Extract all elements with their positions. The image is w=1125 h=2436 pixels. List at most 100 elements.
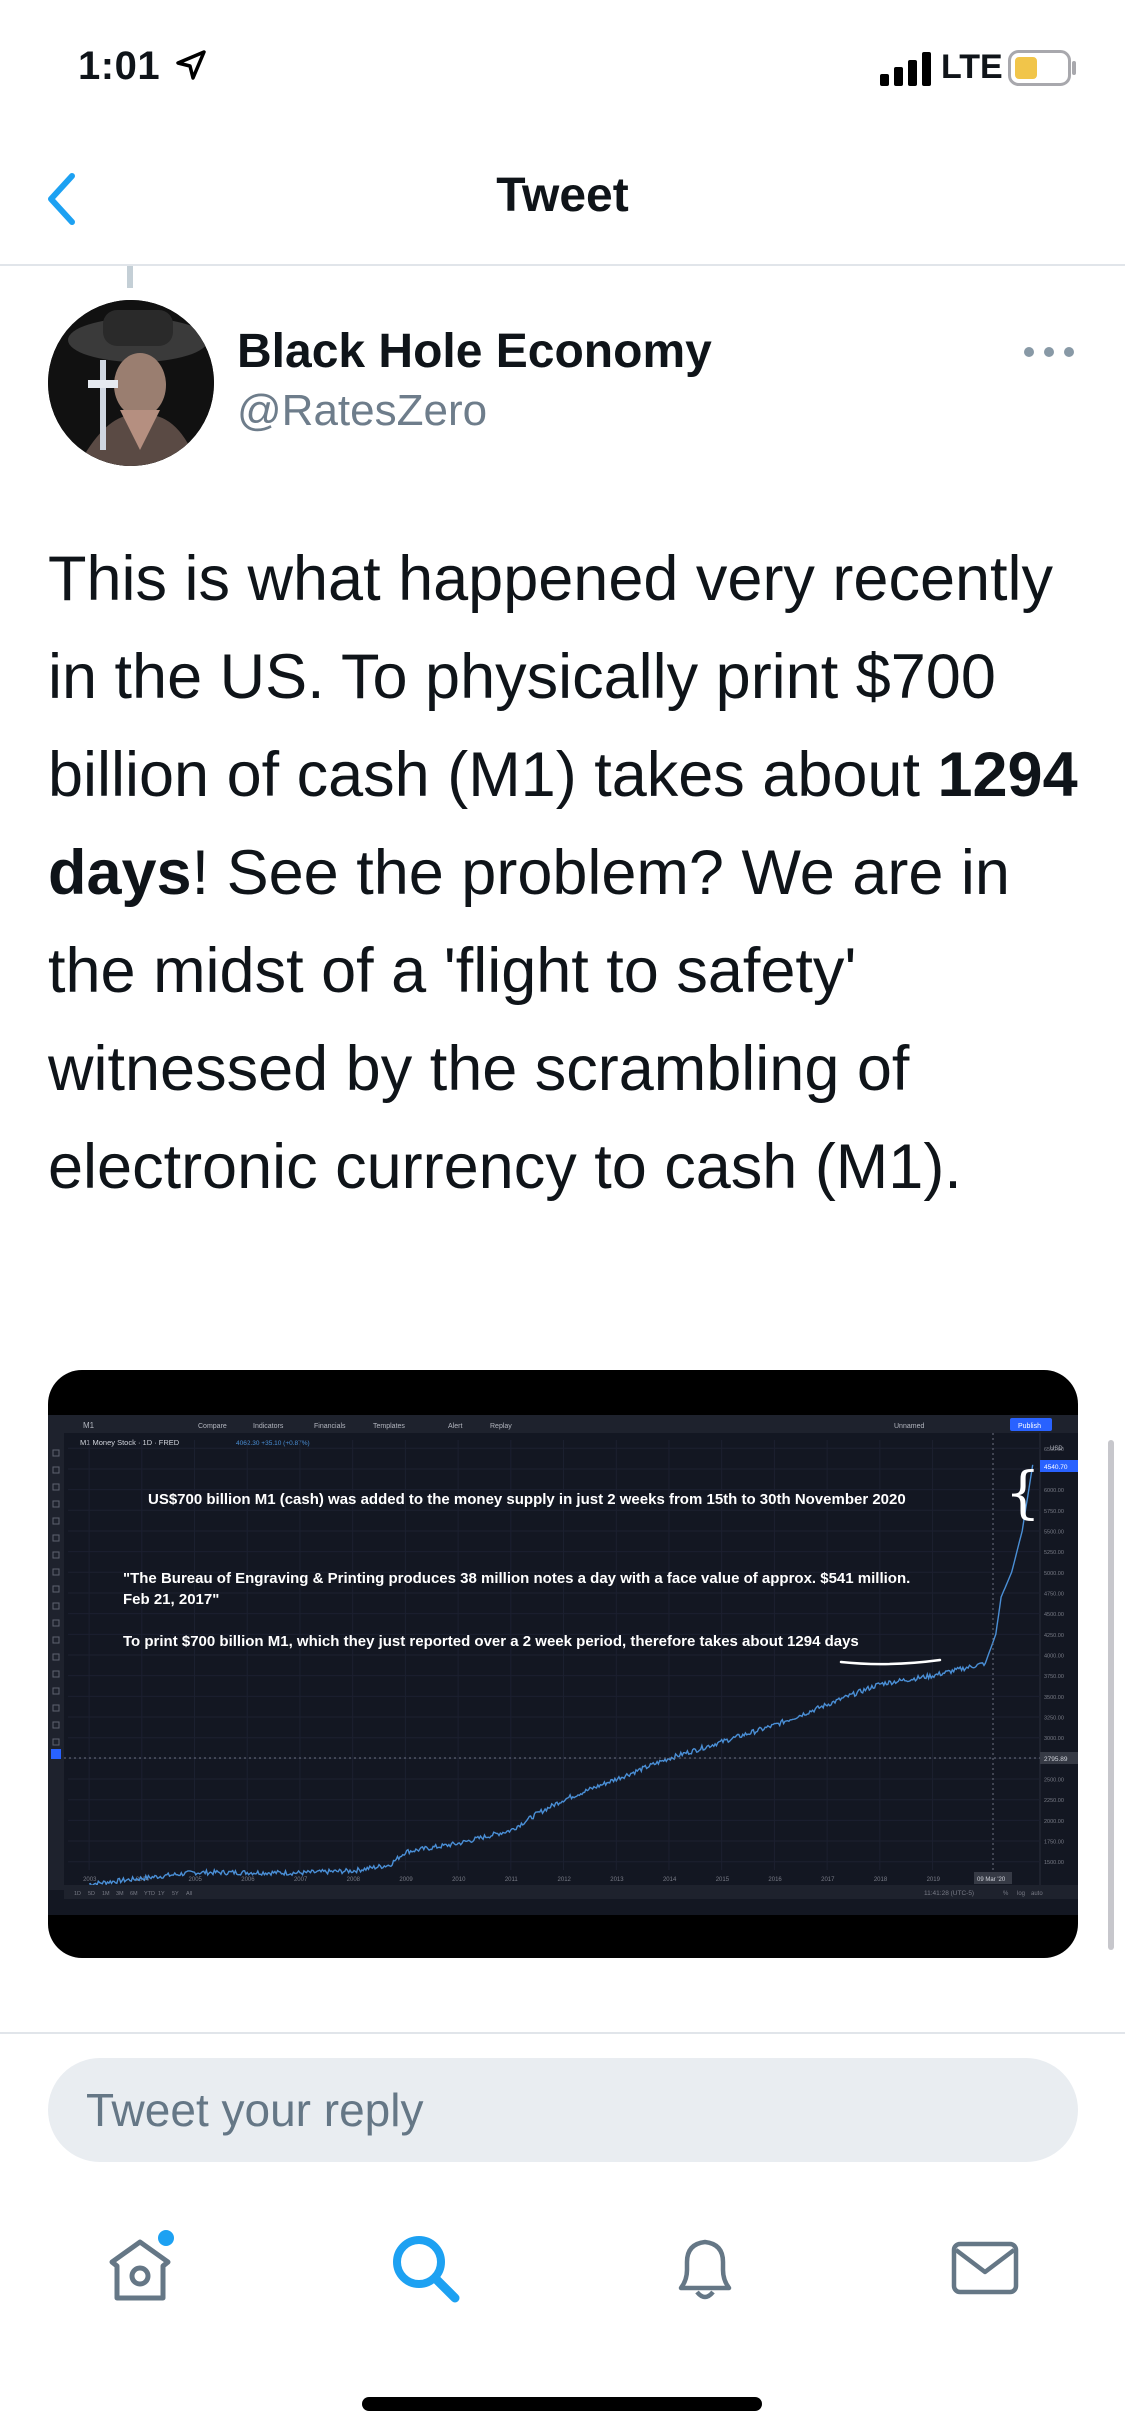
cellular-signal-icon [880,52,931,86]
y-tick-label: 4000.00 [1044,1654,1064,1660]
tweet-text: This is what happened very recently in t… [48,530,1088,1216]
tab-notifications[interactable] [665,2228,745,2308]
x-tick-label: 2006 [241,1877,255,1883]
x-tick-label: 2019 [927,1877,941,1883]
y-tick-label: 4750.00 [1044,1591,1064,1597]
network-type: LTE [941,48,1003,86]
y-tick-label: 2500.00 [1044,1778,1064,1784]
timeframe-5d: 5D [88,1891,95,1897]
x-tick-label: 2010 [452,1877,466,1883]
x-tick-label: 2009 [399,1877,413,1883]
drawing-toolbar [48,1433,64,1890]
tweet-text-part: This is what happened very recently in t… [48,544,1071,810]
footer-option: % [1003,1891,1009,1897]
timeframe-all: All [186,1891,192,1897]
toolbar-indicators: Indicators [253,1423,284,1430]
timeframe-1d: 1D [74,1891,81,1897]
price-current-label: 4540.70 [1044,1464,1068,1471]
date-marker-label: 09 Mar '20 [977,1877,1006,1883]
y-tick-label: 6000.00 [1044,1488,1064,1494]
timeframe-6m: 6M [130,1891,138,1897]
x-tick-label: 2007 [294,1877,308,1883]
bell-icon [678,2239,732,2300]
x-tick-label: 2017 [821,1877,835,1883]
footer-option: auto [1031,1891,1043,1897]
mail-icon [951,2241,1019,2295]
status-time: 1:01 [78,44,161,88]
price-marker-label: 2795.89 [1044,1756,1068,1763]
chart-legend-title: M1 Money Stock · 1D · FRED [80,1438,180,1447]
y-tick-label: 5000.00 [1044,1571,1064,1577]
y-tick-label: 3750.00 [1044,1674,1064,1680]
annotation-quote-2: Feb 21, 2017" [123,1591,219,1608]
y-tick-label: 4500.00 [1044,1612,1064,1618]
toolbar-financials: Financials [314,1423,346,1430]
y-tick-label: 5750.00 [1044,1509,1064,1515]
toolbar-symbol: M1 [83,1421,95,1430]
more-options-icon[interactable] [1024,342,1074,362]
author-name[interactable]: Black Hole Economy [237,324,712,379]
tab-messages[interactable] [945,2228,1025,2308]
nav-divider [0,264,1125,266]
footer-option: log [1017,1891,1025,1897]
x-tick-label: 2005 [189,1877,203,1883]
annotation-line3: To print $700 billion M1, which they jus… [123,1633,859,1650]
timeframe-1y: 1Y [158,1891,165,1897]
footer-time: 11:41:28 (UTC-5) [924,1890,974,1897]
x-tick-label: 2015 [716,1877,730,1883]
toolbar-alert: Alert [448,1423,462,1430]
location-arrow-icon [176,50,206,80]
search-icon [393,2236,460,2303]
annotation-brace: { [1005,1461,1041,1526]
x-tick-label: 2008 [347,1877,361,1883]
y-tick-label: 3000.00 [1044,1736,1064,1742]
x-tick-label: 2012 [558,1877,572,1883]
y-tick-label: 2000.00 [1044,1819,1064,1825]
reply-divider [0,2032,1125,2034]
scroll-indicator [1108,1440,1114,1950]
page-title: Tweet [496,169,629,222]
y-axis-ticks: 6500.006250.006000.005750.005500.005250.… [1044,1447,1064,1866]
y-tick-label: 1750.00 [1044,1840,1064,1846]
x-tick-label: 2011 [505,1877,519,1883]
toolbar-unnamed: Unnamed [894,1423,924,1430]
y-tick-label: 1500.00 [1044,1860,1064,1866]
tweet-text-part: ! See the problem? We are in the midst o… [48,838,1028,1202]
y-tick-label: 5500.00 [1044,1529,1064,1535]
chart-image: M1 Compare Indicators Financials Templat… [48,1415,1078,1915]
toolbar-replay: Replay [490,1423,512,1430]
timeframe-1m: 1M [102,1891,110,1897]
y-tick-label: 4250.00 [1044,1633,1064,1639]
x-tick-label: 2013 [610,1877,624,1883]
timeframe-5y: 5Y [172,1891,179,1897]
avatar[interactable] [48,300,214,466]
toolbar-compare: Compare [198,1423,227,1430]
tab-home[interactable] [100,2228,180,2308]
x-tick-label: 2016 [768,1877,782,1883]
annotation-quote-1: "The Bureau of Engraving & Printing prod… [123,1570,910,1587]
timeframe-3m: 3M [116,1891,124,1897]
tweet-media[interactable]: M1 Compare Indicators Financials Templat… [48,1370,1078,1958]
toolbar-templates: Templates [373,1423,405,1430]
y-tick-label: 3250.00 [1044,1716,1064,1722]
drawing-tool-active [51,1749,61,1759]
annotation-line1: US$700 billion M1 (cash) was added to th… [148,1491,906,1508]
author-handle[interactable]: @RatesZero [237,386,487,436]
thread-line [127,266,133,288]
home-indicator [362,2397,762,2411]
y-tick-label: 3500.00 [1044,1695,1064,1701]
x-tick-label: 2014 [663,1877,677,1883]
y-tick-label: 2250.00 [1044,1798,1064,1804]
x-tick-label: 2018 [874,1877,888,1883]
timeframe-buttons: 1D 5D 1M 3M 6M YTD 1Y 5Y All [74,1891,192,1897]
x-tick-label: 2003 [83,1877,97,1883]
avatar-image [48,300,214,466]
price-currency: USD [1050,1446,1063,1452]
battery-icon [1008,50,1076,86]
home-icon [109,2230,174,2301]
y-tick-label: 5250.00 [1044,1550,1064,1556]
timeframe-ytd: YTD [144,1891,155,1897]
tab-search[interactable] [385,2228,465,2308]
reply-placeholder: Tweet your reply [86,2084,424,2136]
publish-label: Publish [1018,1423,1041,1430]
